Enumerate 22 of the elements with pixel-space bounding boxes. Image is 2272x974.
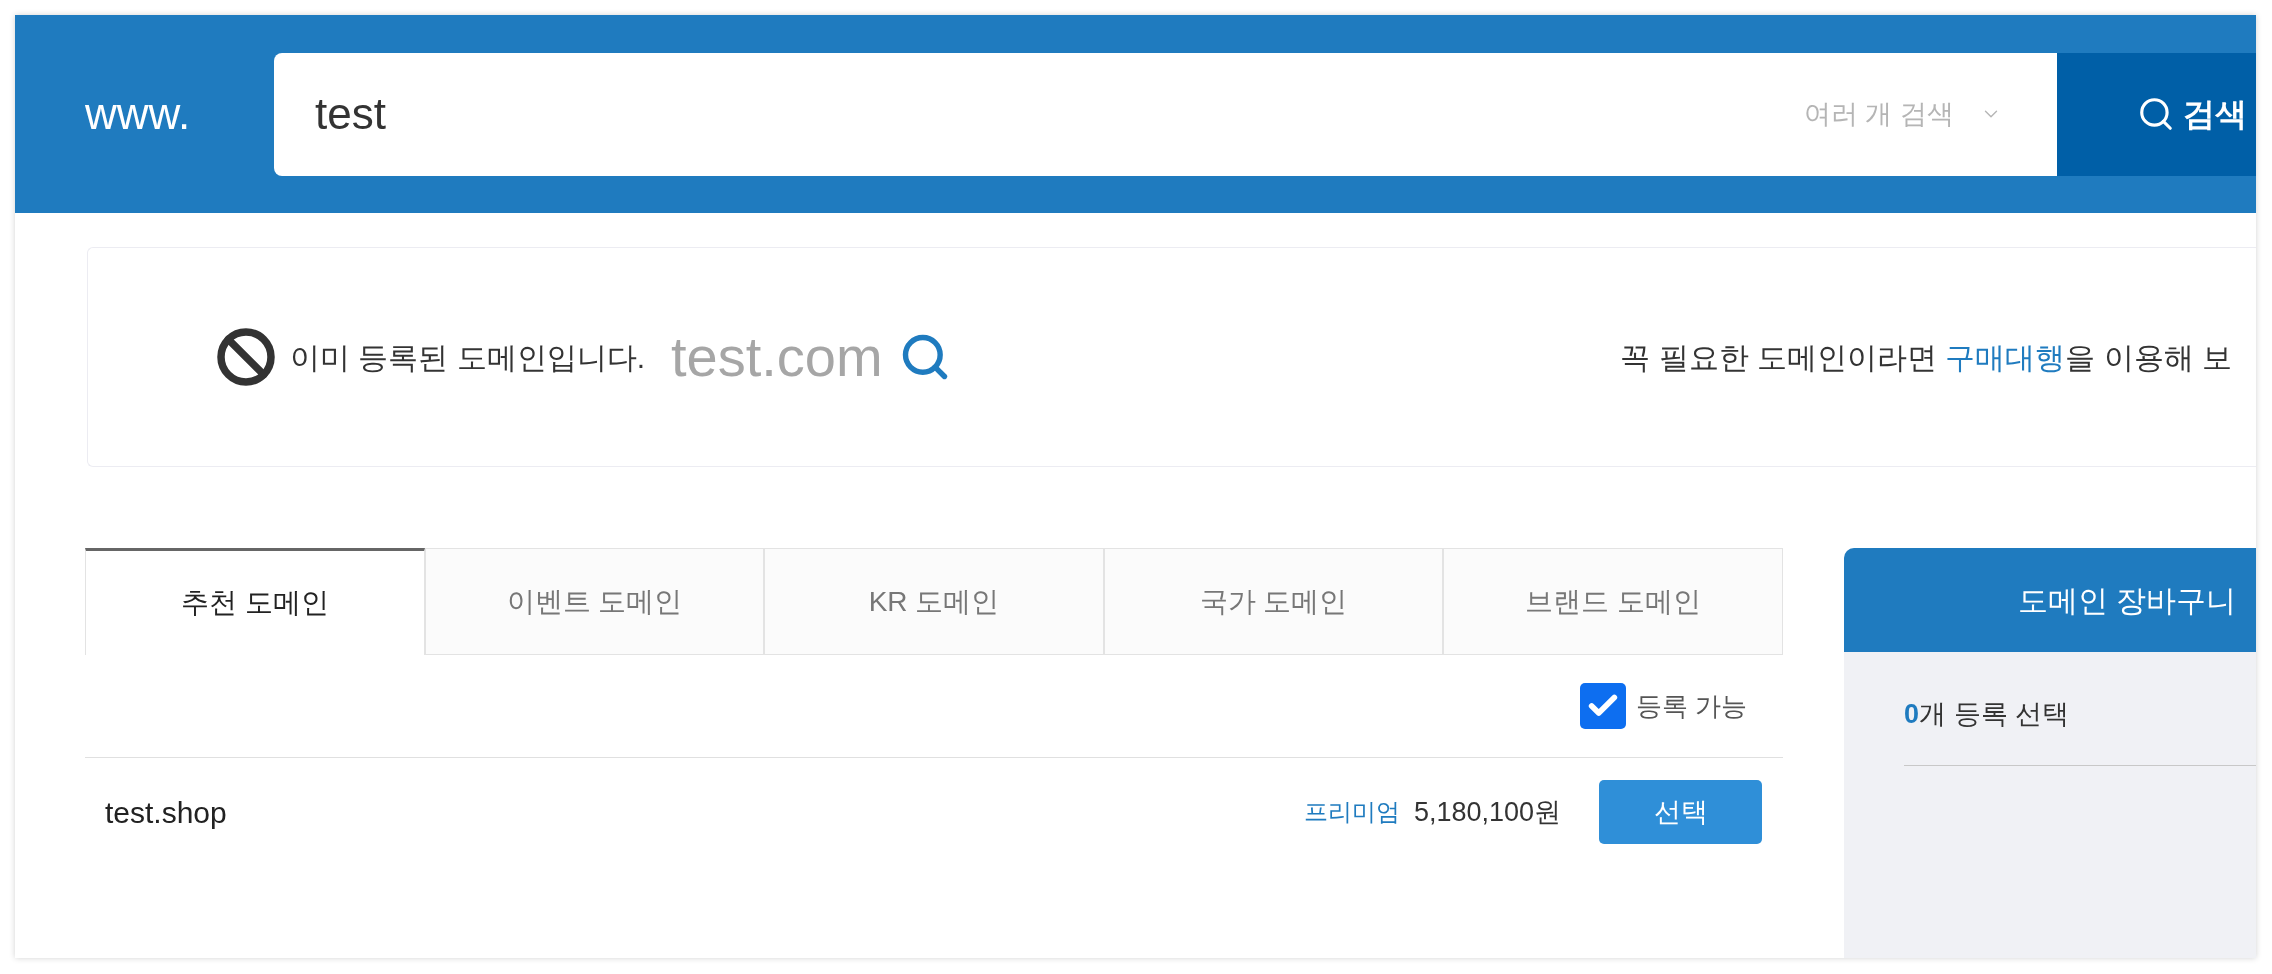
tab[interactable]: KR 도메인 [764, 548, 1104, 655]
domain-name: test.com [671, 329, 883, 385]
purchase-hint: 꼭 필요한 도메인이라면 구매대행을 이용해 보 [1620, 339, 2232, 376]
tab[interactable]: 이벤트 도메인 [424, 548, 765, 655]
search-field[interactable]: test [274, 52, 1804, 176]
tab[interactable]: 브랜드 도메인 [1443, 548, 1783, 655]
purchase-agent-link[interactable]: 구매대행 [1945, 340, 2066, 374]
checkbox-label: 등록 가능 [1635, 689, 1747, 723]
prohibition-icon [216, 327, 276, 387]
cart-selection-count: 0개 등록 선택 [1904, 698, 2071, 731]
premium-label: 프리미엄 [1303, 797, 1400, 827]
tab[interactable]: 국가 도메인 [1103, 548, 1444, 655]
domain-name: test.shop [105, 794, 228, 831]
checkbox[interactable] [1579, 683, 1626, 729]
search-button[interactable]: 검색 [2057, 52, 2256, 176]
tab[interactable]: 추천 도메인 [85, 548, 425, 655]
cart-title: 도메인 장바구니 [2018, 582, 2237, 619]
registered-message: 이미 등록된 도메인입니다. [290, 339, 645, 376]
select-button[interactable]: 선택 [1599, 780, 1762, 844]
domain-price: 5,180,100원 [1413, 795, 1561, 829]
url-prefix: www. [84, 92, 192, 136]
search-icon [2137, 95, 2175, 133]
